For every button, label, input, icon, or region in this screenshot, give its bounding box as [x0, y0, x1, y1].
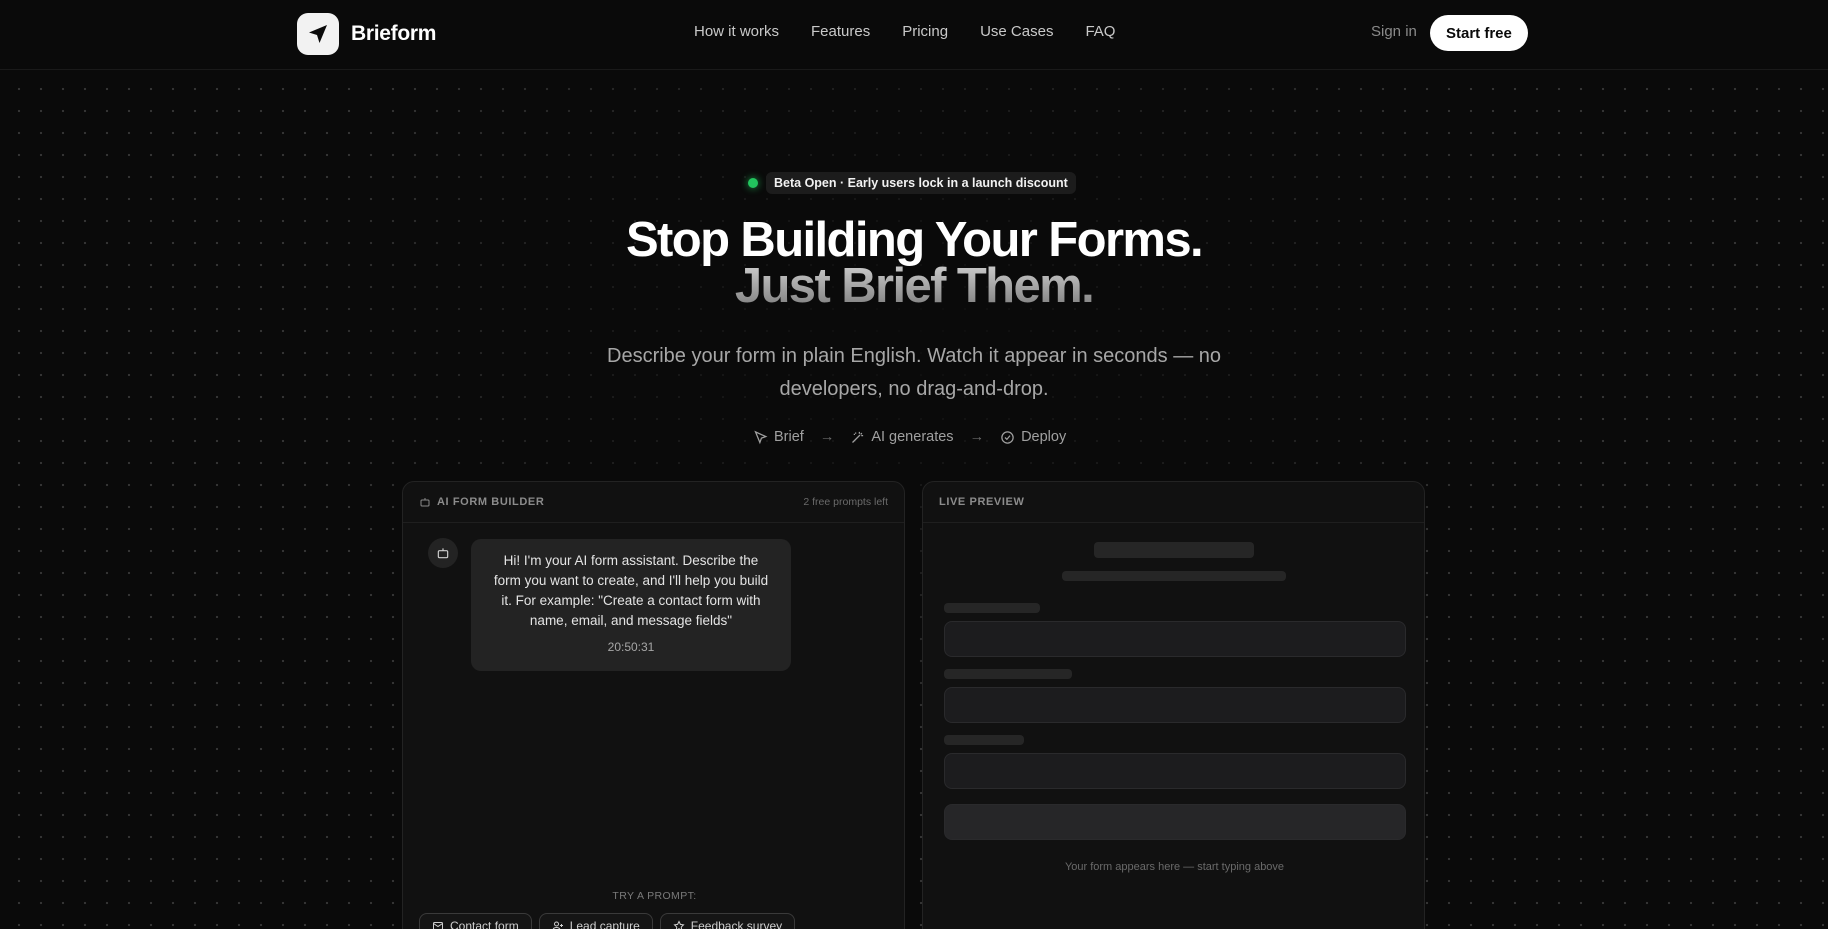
prompt-chip-lead-capture[interactable]: Lead capture — [538, 913, 653, 929]
step-brief: Brief — [753, 429, 804, 445]
ai-form-builder-panel: AI FORM BUILDER 2 free prompts left Hi! … — [402, 481, 905, 929]
top-nav: Brieform How it works Features Pricing U… — [0, 0, 1828, 70]
bot-avatar — [428, 538, 458, 568]
hero-title-line1: Stop Building Your Forms. — [625, 213, 1204, 267]
skeleton-title — [1094, 542, 1254, 558]
skeleton-field — [944, 687, 1406, 723]
paper-plane-icon — [297, 13, 339, 55]
arrow-right-icon: → — [969, 429, 985, 445]
nav-links: How it works Features Pricing Use Cases … — [694, 23, 1115, 40]
nav-link-features[interactable]: Features — [811, 23, 870, 40]
dot-grid-background — [0, 70, 1828, 929]
prompts-left-counter: 2 free prompts left — [803, 496, 888, 508]
preview-placeholder-note: Your form appears here — start typing ab… — [1064, 861, 1285, 873]
prompt-chip-contact-form[interactable]: Contact form — [419, 913, 532, 929]
sign-in-link[interactable]: Sign in — [1371, 23, 1417, 40]
arrow-right-icon: → — [819, 429, 835, 445]
mail-icon — [433, 922, 443, 929]
assistant-message-text: Hi! I'm your AI form assistant. Describe… — [493, 553, 769, 628]
skeleton-field — [944, 621, 1406, 657]
try-prompt-label: TRY A PROMPT: — [612, 890, 697, 902]
nav-link-pricing[interactable]: Pricing — [902, 23, 948, 40]
nav-link-how-it-works[interactable]: How it works — [694, 23, 779, 40]
chip-label: Contact form — [450, 919, 519, 929]
skeleton-field — [944, 753, 1406, 789]
live-preview-panel: LIVE PREVIEW Your form appears here — st… — [922, 481, 1425, 929]
skeleton-label — [944, 603, 1040, 613]
cursor-icon — [754, 430, 768, 444]
brand-name: Brieform — [351, 22, 437, 45]
beta-badge-text: Beta Open · Early users lock in a launch… — [766, 172, 1076, 194]
check-circle-icon — [1001, 430, 1014, 444]
skeleton-subtitle — [1062, 571, 1286, 581]
step-label: AI generates — [871, 429, 954, 445]
preview-title: LIVE PREVIEW — [939, 496, 1025, 508]
skeleton-label — [944, 735, 1024, 745]
builder-title: AI FORM BUILDER — [419, 496, 544, 508]
step-ai-generates: AI generates — [850, 429, 954, 445]
magic-wand-icon — [852, 431, 864, 443]
process-steps: Brief → AI generates → Deploy — [753, 429, 1066, 445]
message-timestamp: 20:50:31 — [607, 640, 655, 654]
chip-label: Lead capture — [569, 919, 640, 929]
start-free-button[interactable]: Start free — [1430, 15, 1528, 51]
step-label: Deploy — [1021, 429, 1067, 445]
nav-link-use-cases[interactable]: Use Cases — [980, 23, 1053, 40]
brand-logo[interactable]: Brieform — [297, 13, 436, 55]
hero-title-line2: Just Brief Them. — [0, 262, 1828, 311]
status-dot-icon — [748, 178, 758, 188]
user-plus-icon — [552, 921, 563, 929]
step-deploy: Deploy — [1000, 429, 1066, 445]
builder-header: AI FORM BUILDER 2 free prompts left — [403, 482, 904, 523]
bot-icon — [420, 498, 430, 507]
nav-link-faq[interactable]: FAQ — [1085, 23, 1115, 40]
builder-title-text: AI FORM BUILDER — [437, 496, 545, 508]
hero-subtitle: Describe your form in plain English. Wat… — [607, 345, 1221, 400]
chip-label: Feedback survey — [690, 919, 783, 929]
beta-badge: Beta Open · Early users lock in a launch… — [748, 172, 1076, 194]
bot-icon — [437, 548, 449, 559]
skeleton-label — [944, 669, 1072, 679]
step-label: Brief — [774, 429, 804, 445]
star-icon — [673, 920, 685, 929]
preview-header: LIVE PREVIEW — [923, 482, 1424, 523]
assistant-message: Hi! I'm your AI form assistant. Describe… — [471, 539, 791, 671]
prompt-suggestions: Contact form Lead capture Feedback surve… — [419, 913, 796, 929]
skeleton-submit-button — [944, 804, 1406, 840]
prompt-chip-feedback-survey[interactable]: Feedback survey — [659, 913, 796, 929]
